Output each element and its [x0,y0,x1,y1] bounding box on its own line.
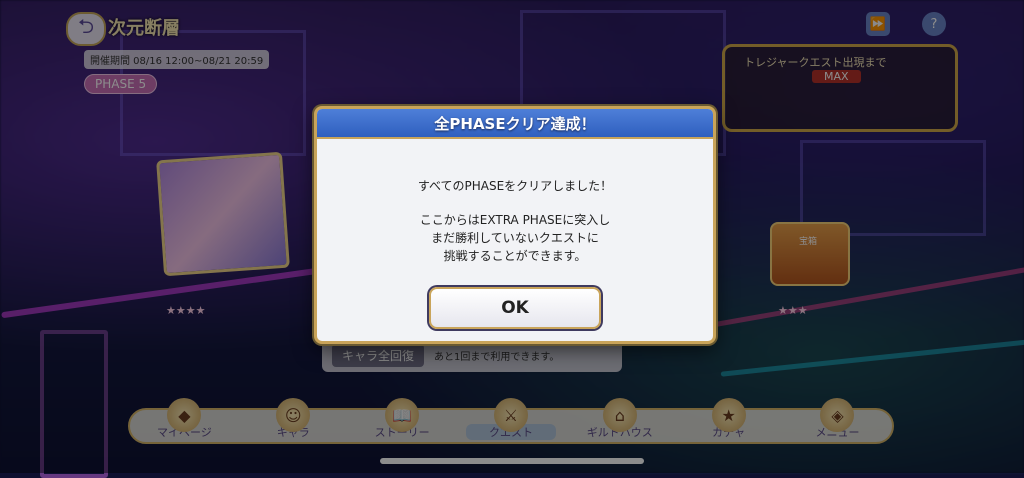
dialog-header: 全PHASEクリア達成！ [317,109,713,139]
dialog-title: 全PHASEクリア達成！ [434,114,596,133]
dialog-message-line: ここからはEXTRA PHASEに突入し [419,213,611,227]
dialog-body: すべてのPHASEをクリアしました！ ここからはEXTRA PHASEに突入し … [317,139,713,265]
phase-clear-dialog: 全PHASEクリア達成！ すべてのPHASEをクリアしました！ ここからはEXT… [314,106,716,344]
dialog-message-line: 挑戦することができます。 [443,249,587,263]
ok-button[interactable]: OK [429,287,601,329]
dialog-message-line: まだ勝利していないクエストに [431,231,599,245]
dialog-message-line: すべてのPHASEをクリアしました！ [417,179,613,193]
